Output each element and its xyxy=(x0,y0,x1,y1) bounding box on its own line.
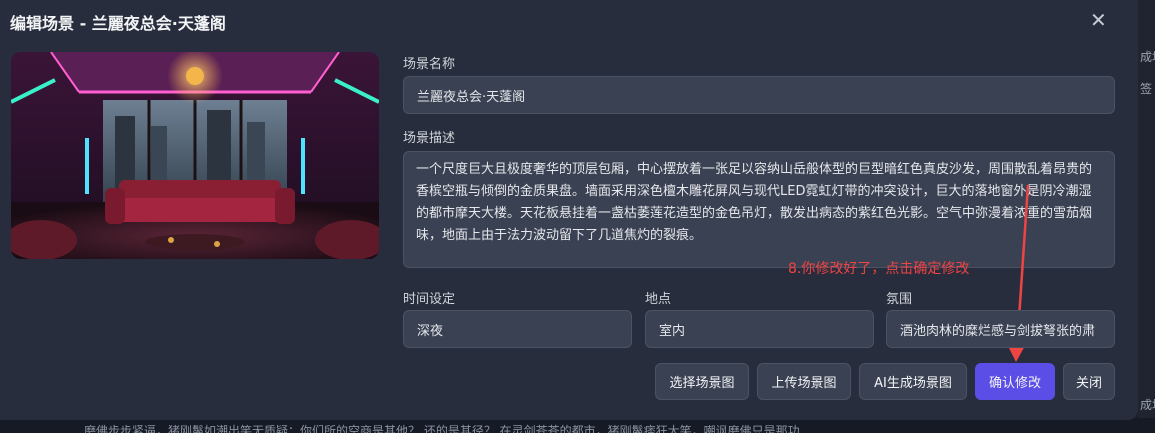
close-icon[interactable]: ✕ xyxy=(1090,8,1107,32)
time-setting-label: 时间设定 xyxy=(403,292,456,307)
location-input[interactable]: 室内 xyxy=(645,310,874,348)
time-setting-input[interactable]: 深夜 xyxy=(403,310,632,348)
background-edge-text: 成场 xyxy=(1140,398,1155,412)
scene-description-textarea[interactable]: 一个尺度巨大且极度奢华的顶层包厢，中心摆放着一张足以容纳山岳般体型的巨型暗红色真… xyxy=(403,151,1115,268)
confirm-edit-button[interactable]: 确认修改 xyxy=(975,363,1055,400)
background-page-bottom: 磨佛步步紧逼，猪刚鬣如潮出笑无质疑：你们所的空商是其他？ 还的是其径？ 在灵剑苍… xyxy=(0,418,1155,433)
instruction-annotation: 8.你修改好了，点击确定修改 xyxy=(788,261,970,277)
scene-description-label: 场景描述 xyxy=(403,131,456,146)
scene-name-input[interactable]: 兰麗夜总会·天蓬阁 xyxy=(403,76,1115,114)
edit-scene-dialog: 编辑场景 - 兰麗夜总会·天蓬阁 ✕ 场景名称 兰麗夜总会·天蓬阁 场景描述 一… xyxy=(0,0,1138,420)
background-page-edge: 成场 签 成场 xyxy=(1138,0,1155,433)
ai-generate-scene-image-button[interactable]: AI生成场景图 xyxy=(859,363,967,400)
close-button[interactable]: 关闭 xyxy=(1063,363,1115,400)
scene-name-label: 场景名称 xyxy=(403,57,456,72)
select-scene-image-button[interactable]: 选择场景图 xyxy=(655,363,749,400)
scene-preview-image xyxy=(11,52,379,259)
background-edge-text: 成场 xyxy=(1140,50,1155,64)
background-edge-text: 签 xyxy=(1140,82,1153,96)
atmosphere-input[interactable]: 酒池肉林的糜烂感与剑拔弩张的肃 xyxy=(886,310,1115,348)
atmosphere-label: 氛围 xyxy=(886,292,913,307)
background-bottom-text: 磨佛步步紧逼，猪刚鬣如潮出笑无质疑：你们所的空商是其他？ 还的是其径？ 在灵剑苍… xyxy=(84,424,800,433)
scene-illustration xyxy=(11,52,379,259)
location-label: 地点 xyxy=(645,292,672,307)
upload-scene-image-button[interactable]: 上传场景图 xyxy=(757,363,851,400)
dialog-title: 编辑场景 - 兰麗夜总会·天蓬阁 xyxy=(10,14,226,33)
